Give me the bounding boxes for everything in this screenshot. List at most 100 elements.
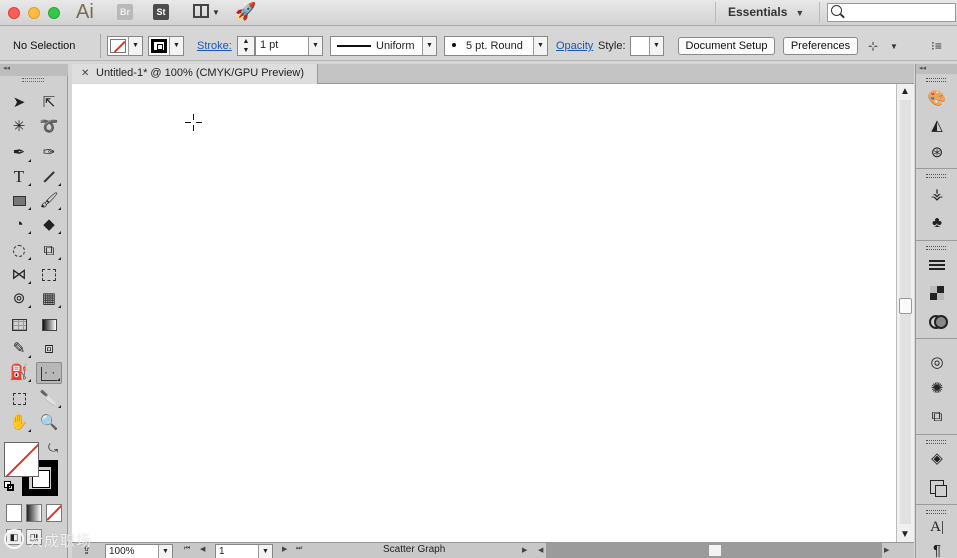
expand-panels-button[interactable]: ◂◂	[916, 64, 957, 74]
chevron-down-icon[interactable]: ▼	[890, 42, 898, 51]
selection-tool[interactable]: ➤	[6, 92, 32, 114]
horizontal-scroll-thumb[interactable]	[708, 544, 722, 557]
arrange-documents-button[interactable]: ▼	[193, 4, 221, 20]
gradient-mode-button[interactable]	[26, 504, 42, 522]
status-menu-arrow-icon[interactable]: ▶	[522, 546, 527, 554]
artboard-tool[interactable]	[6, 388, 32, 410]
zoom-window-button[interactable]	[48, 7, 60, 19]
color-guide-panel-icon[interactable]: ◭	[923, 115, 951, 137]
direct-selection-tool[interactable]: ⇱	[36, 92, 62, 114]
graphic-styles-panel-icon[interactable]: ✺	[923, 378, 951, 400]
curvature-pen-icon: ✑	[42, 144, 56, 161]
panel-group-grip[interactable]	[926, 510, 946, 514]
close-window-button[interactable]	[8, 7, 20, 19]
panel-menu-icon[interactable]: ⁝≡	[931, 39, 942, 53]
eraser-tool[interactable]: ◆	[36, 214, 62, 236]
workspace-switcher[interactable]: Essentials ▼	[715, 2, 820, 23]
variable-width-profile-dropdown[interactable]: Uniform ▼	[330, 36, 437, 56]
graphic-style-dropdown[interactable]: ▼	[630, 36, 664, 56]
collapse-panel-button[interactable]: ◂◂	[0, 64, 68, 76]
align-to-selection-icon[interactable]: ⊹	[868, 39, 878, 53]
mesh-tool[interactable]	[6, 314, 32, 336]
scroll-left-arrow-icon[interactable]: ◀	[538, 546, 543, 554]
swatches-panel-icon[interactable]	[923, 282, 951, 304]
scroll-up-arrow-icon[interactable]: ▲	[900, 86, 910, 97]
artboard-navigation-field[interactable]: 1 ▼	[215, 544, 273, 558]
search-adobe-stock-input[interactable]	[827, 3, 956, 22]
hand-tool[interactable]: ✋	[6, 412, 32, 434]
panel-group-grip[interactable]	[926, 174, 946, 178]
curvature-tool[interactable]: ✑	[36, 142, 62, 164]
eyedropper-tool[interactable]: ✎	[6, 338, 32, 360]
asset-export-panel-icon[interactable]: ⧉	[923, 406, 951, 428]
symbol-sprayer-tool[interactable]: ⛽	[6, 362, 32, 384]
none-mode-button[interactable]	[46, 504, 62, 522]
minimize-window-button[interactable]	[28, 7, 40, 19]
scale-tool[interactable]: ⧉	[36, 240, 62, 262]
artboards-panel-icon[interactable]	[923, 476, 951, 498]
horizontal-scrollbar[interactable]	[546, 543, 882, 558]
adobe-stock-button[interactable]: St	[153, 4, 169, 20]
document-setup-button[interactable]: Document Setup	[678, 37, 775, 55]
color-panel-icon[interactable]: 🎨	[923, 88, 951, 110]
shaper-tool[interactable]: ◔	[6, 214, 32, 236]
shape-builder-tool[interactable]: ⊚	[6, 288, 32, 310]
paragraph-panel-icon[interactable]: ¶	[923, 540, 951, 558]
close-tab-icon[interactable]: ✕	[81, 64, 89, 83]
bridge-button[interactable]: Br	[117, 4, 133, 20]
width-tool[interactable]: ⋈	[6, 264, 32, 286]
transparency-panel-icon[interactable]	[923, 310, 951, 332]
next-artboard-icon[interactable]: ▶	[282, 545, 287, 553]
free-transform-tool[interactable]	[36, 264, 62, 286]
blend-tool[interactable]: ⧈	[36, 338, 62, 360]
stroke-panel-icon[interactable]	[923, 254, 951, 276]
stroke-panel-link[interactable]: Stroke:	[197, 40, 232, 52]
preferences-button[interactable]: Preferences	[783, 37, 858, 55]
scroll-thumb[interactable]	[899, 298, 912, 314]
brushes-panel-icon[interactable]: ⚶	[923, 184, 951, 206]
slice-tool[interactable]: 🔪	[36, 388, 62, 410]
color-mode-button[interactable]	[6, 504, 22, 522]
last-artboard-icon[interactable]: ⏭	[296, 545, 302, 553]
default-fill-stroke-button[interactable]	[4, 481, 14, 491]
scroll-right-arrow-icon[interactable]: ▶	[884, 546, 889, 554]
scroll-down-arrow-icon[interactable]: ▼	[900, 529, 910, 540]
symbols-panel-icon[interactable]: ♣	[923, 212, 951, 234]
pen-tool[interactable]: ✒	[6, 142, 32, 164]
artboard-canvas[interactable]	[72, 84, 896, 542]
chevron-down-icon: ▼	[795, 8, 805, 18]
panel-group-grip[interactable]	[926, 246, 946, 250]
fill-color-dropdown[interactable]: ▼	[107, 36, 143, 56]
gradient-tool[interactable]	[36, 314, 62, 336]
document-tab[interactable]: ✕ Untitled-1* @ 100% (CMYK/GPU Preview)	[72, 64, 318, 84]
character-panel-icon[interactable]: A|	[923, 516, 951, 538]
stroke-weight-stepper[interactable]: ▲ ▼	[237, 36, 255, 56]
panel-group-grip[interactable]	[926, 440, 946, 444]
panel-grip[interactable]	[22, 78, 44, 82]
magic-wand-tool[interactable]: ✳	[6, 116, 32, 138]
swap-fill-stroke-icon[interactable]: ⤿	[48, 441, 58, 456]
zoom-tool[interactable]: 🔍	[36, 412, 62, 434]
first-artboard-icon[interactable]: ⏮	[184, 545, 190, 553]
fill-color-box[interactable]	[4, 442, 39, 477]
appearance-panel-icon[interactable]: ◎	[923, 352, 951, 374]
hand-icon: ✋	[9, 414, 29, 431]
stroke-weight-field[interactable]: 1 pt ▼	[255, 36, 323, 56]
panel-group-grip[interactable]	[926, 78, 946, 82]
layers-panel-icon[interactable]: ◈	[923, 448, 951, 470]
previous-artboard-icon[interactable]: ◀	[200, 545, 205, 553]
type-tool[interactable]: T	[6, 166, 32, 188]
opacity-panel-link[interactable]: Opacity	[556, 40, 593, 52]
rotate-tool[interactable]	[6, 240, 32, 262]
brush-definition-dropdown[interactable]: 5 pt. Round ▼	[444, 36, 548, 56]
paintbrush-tool[interactable]: 🖌	[36, 190, 62, 212]
rectangle-tool[interactable]	[6, 190, 32, 212]
scatter-graph-tool[interactable]	[36, 361, 62, 384]
stroke-color-dropdown[interactable]: ▼	[148, 36, 184, 56]
gpu-performance-rocket-icon[interactable]: 🚀	[235, 2, 256, 22]
links-panel-icon[interactable]: ⊛	[923, 142, 951, 164]
lasso-tool[interactable]: ➰	[36, 116, 62, 138]
line-segment-tool[interactable]	[36, 166, 62, 188]
perspective-grid-tool[interactable]: ▦	[36, 288, 62, 310]
vertical-scrollbar[interactable]: ▲ ▼	[896, 84, 914, 542]
